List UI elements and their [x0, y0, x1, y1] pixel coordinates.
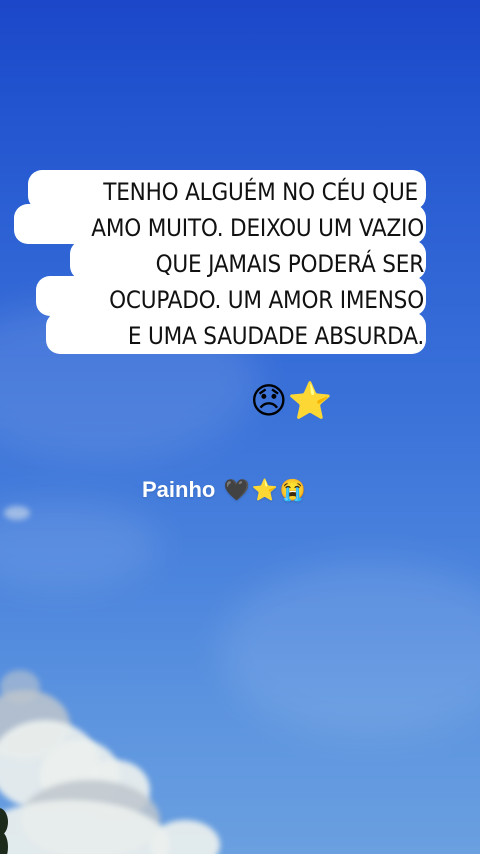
star-emoji-icon: ⭐ — [287, 381, 333, 422]
caption-line: E UMA SAUDADE ABSURDA. — [127, 322, 424, 350]
dedication-name: Painho — [142, 477, 216, 502]
caption-line: TENHO ALGUÉM NO CÉU QUE — [103, 178, 418, 206]
sad-face-emoji-icon: 😞 — [250, 381, 288, 422]
emoji-row: 😞⭐ — [250, 378, 332, 426]
black-heart-emoji-icon: 🖤 — [223, 479, 250, 502]
caption-line: OCUPADO. UM AMOR IMENSO — [109, 286, 424, 314]
star-emoji-icon: ⭐ — [251, 479, 278, 502]
caption-line: AMO MUITO. DEIXOU UM VAZIO — [91, 214, 424, 242]
cloud-wisp — [4, 506, 30, 520]
sky-background — [0, 0, 480, 854]
crying-face-emoji-icon: 😭 — [279, 479, 306, 502]
caption-text: TENHO ALGUÉM NO CÉU QUE AMO MUITO. DEIXO… — [20, 174, 428, 354]
caption-line: QUE JAMAIS PODERÁ SER — [155, 250, 425, 278]
dedication-text: Painho 🖤⭐😭 — [142, 474, 306, 507]
